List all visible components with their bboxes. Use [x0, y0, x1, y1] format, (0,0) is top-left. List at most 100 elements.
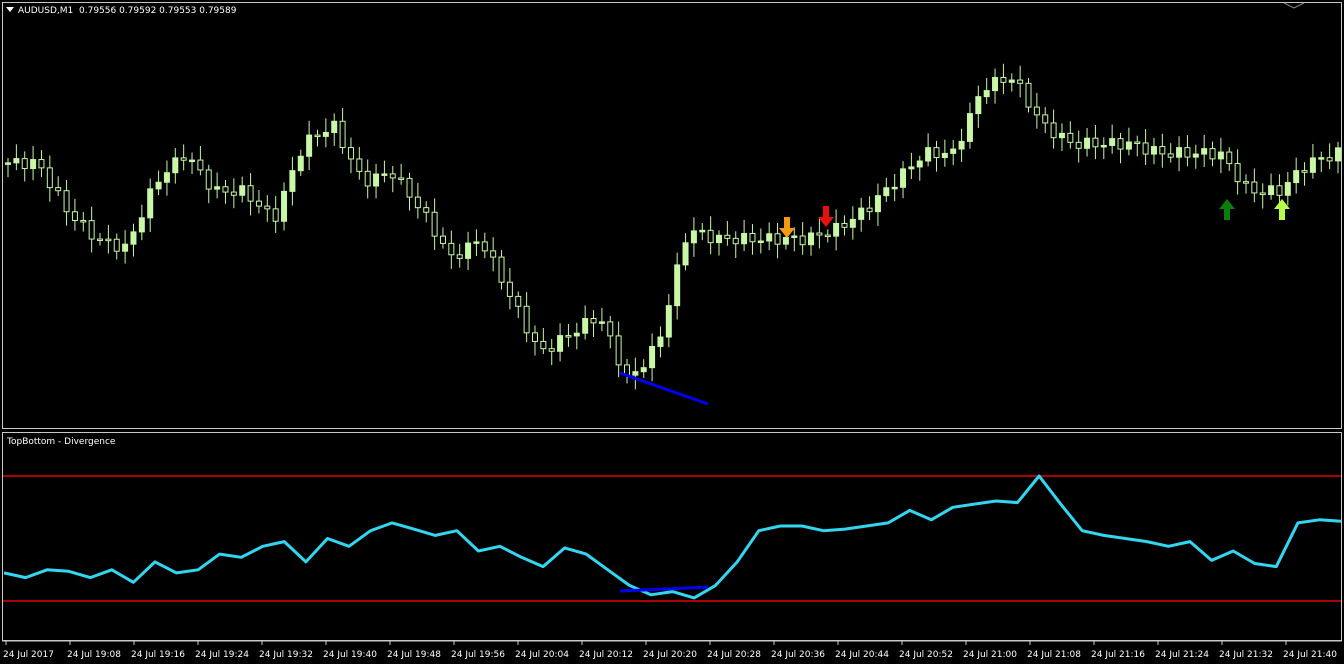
- candle-bear: [1226, 151, 1233, 165]
- candle-bear: [38, 159, 45, 169]
- candle-bull: [849, 218, 856, 228]
- candle-bear: [515, 295, 522, 307]
- candle-bear: [498, 256, 505, 283]
- candle-bull: [891, 186, 898, 190]
- time-tick-label: 24 Jul 19:32: [259, 650, 313, 660]
- time-tick-label: 24 Jul 19:08: [67, 650, 121, 660]
- candle-bear: [314, 134, 321, 138]
- candle-bear: [824, 234, 831, 238]
- quote-values: 0.79556 0.79592 0.79553 0.79589: [79, 6, 237, 16]
- candle-bear: [1184, 147, 1191, 158]
- candle-bear: [1159, 146, 1166, 155]
- candle-bear: [1301, 170, 1308, 173]
- candle-bull: [1084, 137, 1091, 149]
- candle-bull: [214, 186, 221, 190]
- candle-bear: [97, 238, 104, 242]
- candle-bull: [791, 235, 798, 239]
- time-tick-label: 24 Jul 21:40: [1283, 650, 1337, 660]
- candle-bull: [766, 233, 773, 242]
- candle-bear: [255, 200, 262, 207]
- candle-bear: [364, 170, 371, 187]
- candle-bear: [523, 305, 530, 334]
- candle-bull: [13, 158, 20, 164]
- candle-bull: [582, 318, 589, 334]
- candle-bear: [406, 177, 413, 198]
- candle-bear: [1067, 132, 1074, 143]
- candle-bull: [1109, 138, 1116, 146]
- candle-bull: [916, 160, 923, 168]
- candle-bull: [632, 371, 639, 376]
- candle-bull: [147, 188, 154, 219]
- candle-bear: [1000, 77, 1007, 83]
- candle-bull: [373, 173, 380, 187]
- candle-bull: [1058, 132, 1065, 139]
- candle-bull: [306, 134, 313, 157]
- candle-bear: [439, 235, 446, 244]
- candle-bear: [1134, 141, 1141, 144]
- candle-bear: [607, 321, 614, 337]
- candle-bull: [465, 242, 472, 259]
- candle-bull: [172, 157, 179, 174]
- candle-bull: [808, 232, 815, 246]
- candle-bear: [615, 335, 622, 366]
- candle-bull: [1293, 170, 1300, 184]
- candle-bull: [716, 234, 723, 244]
- candle-bull: [381, 173, 388, 176]
- candle-bear: [1276, 185, 1283, 196]
- time-tick-label: 24 Jul 21:24: [1155, 650, 1209, 660]
- time-tick-label: 24 Jul 20:52: [899, 650, 953, 660]
- candle-bear: [356, 158, 363, 172]
- candle-bear: [1209, 148, 1216, 160]
- candle-bull: [690, 230, 697, 244]
- candle-bear: [732, 237, 739, 245]
- candle-bear: [531, 332, 538, 342]
- candle-bear: [799, 235, 806, 246]
- candle-bull: [682, 242, 689, 266]
- candle-bull: [975, 96, 982, 115]
- candle-bull: [958, 140, 965, 150]
- candle-bear: [272, 208, 279, 222]
- candle-bear: [749, 232, 756, 243]
- candle-bear: [506, 281, 513, 297]
- indicator-title: TopBottom - Divergence: [6, 437, 116, 447]
- candle-bull: [1150, 146, 1157, 155]
- time-tick-label: 24 Jul 20:20: [643, 650, 697, 660]
- candle-bear: [222, 186, 229, 193]
- candle-bull: [649, 345, 656, 369]
- candle-bear: [46, 167, 53, 189]
- candle-bear: [456, 254, 463, 259]
- candle-bull: [155, 181, 162, 190]
- time-tick-label: 24 Jul 21:08: [1027, 650, 1081, 660]
- candle-bull: [122, 243, 129, 252]
- candle-bear: [1251, 181, 1258, 194]
- candle-bull: [598, 321, 605, 324]
- candle-bear: [590, 318, 597, 324]
- candle-bear: [866, 207, 873, 213]
- candle-bear: [431, 211, 438, 237]
- candle-bear: [21, 158, 28, 170]
- candle-bear: [1075, 141, 1082, 149]
- candle-bear: [548, 348, 555, 352]
- symbol-label: AUDUSD,M1: [18, 6, 73, 16]
- candle-bear: [88, 220, 95, 240]
- candle-bear: [197, 159, 204, 171]
- candle-bear: [1033, 106, 1040, 116]
- candle-bull: [1284, 182, 1291, 196]
- time-tick-label: 24 Jul 20:44: [835, 650, 889, 660]
- candle-bear: [1142, 142, 1149, 155]
- time-tick-label: 24 Jul 20:04: [515, 650, 569, 660]
- candle-bear: [1259, 192, 1266, 196]
- candle-bull: [925, 147, 932, 162]
- candle-bull: [874, 195, 881, 213]
- candle-bear: [774, 233, 781, 245]
- candle-bull: [1100, 144, 1107, 148]
- candle-bull: [1309, 157, 1316, 173]
- candle-bull: [557, 335, 564, 352]
- candle-bear: [247, 185, 254, 202]
- candle-bull: [657, 336, 664, 347]
- candle-bear: [816, 232, 823, 236]
- candle-bull: [966, 113, 973, 142]
- time-tick-label: 24 Jul 19:24: [195, 650, 249, 660]
- candle-bear: [55, 187, 62, 192]
- time-tick-label: 24 Jul 20:36: [771, 650, 825, 660]
